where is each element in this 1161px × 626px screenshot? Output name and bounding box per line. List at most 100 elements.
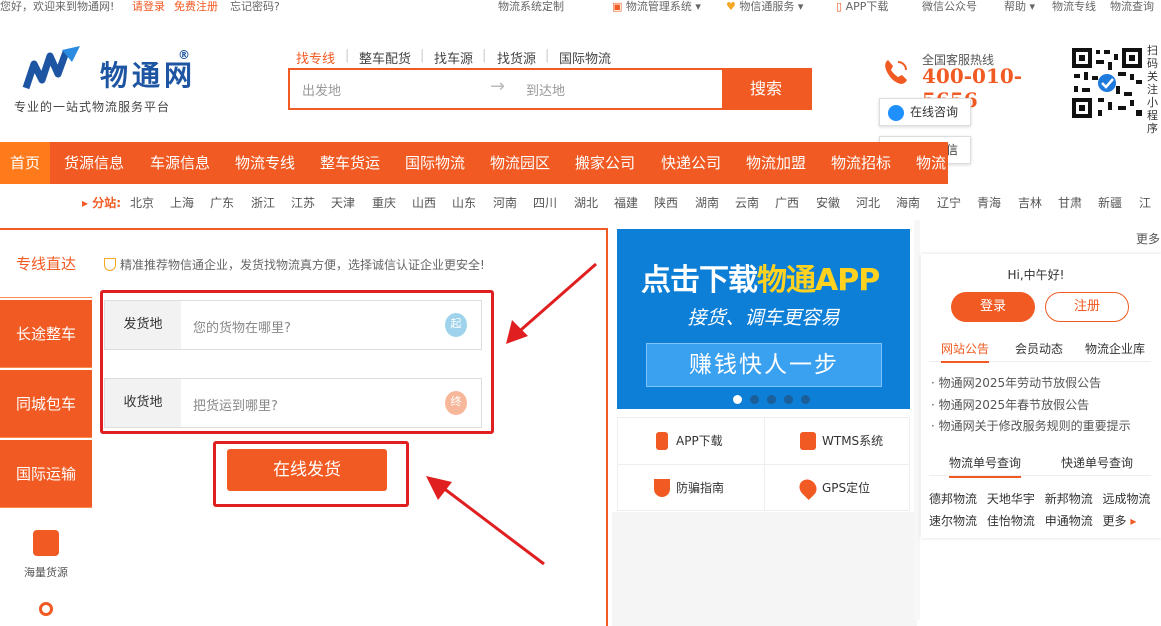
- station-gansu[interactable]: 甘肃: [1058, 194, 1082, 211]
- station-jiangxi[interactable]: 江: [1139, 194, 1151, 211]
- tab-member-news[interactable]: 会员动态: [1015, 340, 1063, 357]
- mgmt-system-menu[interactable]: ▣ 物流管理系统 ▾: [612, 0, 701, 14]
- member-register-button[interactable]: 注册: [1045, 292, 1129, 322]
- search-tab-international[interactable]: 国际物流: [559, 48, 611, 67]
- station-chongqing[interactable]: 重庆: [372, 194, 396, 211]
- member-login-button[interactable]: 登录: [951, 292, 1035, 322]
- wutong-service-menu[interactable]: ♥ 物信通服务 ▾: [726, 0, 803, 14]
- destination-field-input[interactable]: 把货运到哪里?: [193, 395, 278, 414]
- carousel-dot[interactable]: [784, 395, 793, 404]
- more-link[interactable]: 更多: [1136, 230, 1160, 247]
- massive-cargo-link[interactable]: 海量货源: [0, 510, 92, 616]
- station-shanghai[interactable]: 上海: [170, 194, 194, 211]
- station-hubei[interactable]: 湖北: [574, 194, 598, 211]
- nav-moving-company[interactable]: 搬家公司: [575, 142, 635, 184]
- nav-franchise[interactable]: 物流加盟: [746, 142, 806, 184]
- station-jilin[interactable]: 吉林: [1018, 194, 1042, 211]
- carousel-dot[interactable]: [767, 395, 776, 404]
- tab-international-transport[interactable]: 国际运输: [0, 440, 92, 508]
- search-tab-find-cargo[interactable]: 找货源: [497, 48, 536, 67]
- station-xinjiang[interactable]: 新疆: [1098, 194, 1122, 211]
- news-item[interactable]: · 物通网2025年劳动节放假公告: [931, 374, 1101, 391]
- carousel-dot[interactable]: [801, 395, 810, 404]
- news-item[interactable]: · 物通网关于修改服务规则的重要提示: [931, 417, 1131, 434]
- wechat-official-link[interactable]: 微信公众号: [922, 0, 977, 14]
- nav-special-line[interactable]: 物流专线: [235, 142, 295, 184]
- app-banner[interactable]: 点击下载物通APP 接货、调车更容易 赚钱快人一步: [617, 229, 910, 409]
- nav-bidding[interactable]: 物流招标: [831, 142, 891, 184]
- station-jiangsu[interactable]: 江苏: [291, 194, 315, 211]
- origin-field-input[interactable]: 您的货物在哪里?: [193, 317, 291, 336]
- station-yunnan[interactable]: 云南: [735, 194, 759, 211]
- carousel-dots: [733, 389, 818, 404]
- nav-cargo-info[interactable]: 货源信息: [64, 142, 124, 184]
- tab-separator: |: [345, 48, 350, 63]
- station-hebei[interactable]: 河北: [856, 194, 880, 211]
- destination-field[interactable]: 收货地 把货运到哪里? 终: [104, 378, 482, 428]
- station-guangxi[interactable]: 广西: [775, 194, 799, 211]
- tab-site-notice[interactable]: 网站公告: [941, 340, 990, 363]
- station-hainan[interactable]: 海南: [896, 194, 920, 211]
- nav-home[interactable]: 首页: [0, 142, 51, 184]
- carrier-link[interactable]: 天地华宇: [987, 492, 1035, 506]
- carrier-link[interactable]: 申通物流: [1045, 514, 1093, 528]
- nav-truck-info[interactable]: 车源信息: [150, 142, 210, 184]
- station-qinghai[interactable]: 青海: [977, 194, 1001, 211]
- station-shanxi[interactable]: 山西: [412, 194, 436, 211]
- online-consult-button[interactable]: 在线咨询: [879, 98, 971, 126]
- tab-company-directory[interactable]: 物流企业库: [1085, 340, 1145, 357]
- carriers-more-link[interactable]: 更多: [1103, 514, 1137, 528]
- search-tab-find-truck[interactable]: 找车源: [434, 48, 473, 67]
- station-henan[interactable]: 河南: [493, 194, 517, 211]
- carousel-dot[interactable]: [750, 395, 759, 404]
- forgot-password-link[interactable]: 忘记密码?: [230, 0, 280, 14]
- quick-wtms-system[interactable]: WTMS系统: [764, 418, 910, 464]
- station-beijing[interactable]: 北京: [130, 194, 154, 211]
- station-sichuan[interactable]: 四川: [533, 194, 557, 211]
- station-guangdong[interactable]: 广东: [210, 194, 234, 211]
- nav-logistics-park[interactable]: 物流园区: [490, 142, 550, 184]
- nav-international[interactable]: 国际物流: [405, 142, 465, 184]
- login-link[interactable]: 请登录: [132, 0, 165, 14]
- station-liaoning[interactable]: 辽宁: [937, 194, 961, 211]
- help-menu[interactable]: 帮助 ▾: [1004, 0, 1035, 14]
- search-tab-full-truck[interactable]: 整车配货: [359, 48, 411, 67]
- tab-long-haul[interactable]: 长途整车: [0, 300, 92, 368]
- quick-gps[interactable]: GPS定位: [764, 465, 910, 511]
- news-item[interactable]: · 物通网2025年春节放假公告: [931, 396, 1089, 413]
- tab-special-line-direct[interactable]: 专线直达: [0, 230, 92, 298]
- search-tab-special-line[interactable]: 找专线: [296, 48, 335, 67]
- logistics-query-link[interactable]: 物流查询: [1110, 0, 1154, 14]
- station-shaanxi[interactable]: 陕西: [654, 194, 678, 211]
- station-fujian[interactable]: 福建: [614, 194, 638, 211]
- carousel-dot[interactable]: [733, 395, 742, 404]
- tab-express-tracking[interactable]: 快递单号查询: [1061, 454, 1133, 471]
- station-hunan[interactable]: 湖南: [695, 194, 719, 211]
- nav-full-truck[interactable]: 整车货运: [320, 142, 380, 184]
- nav-express-company[interactable]: 快递公司: [661, 142, 721, 184]
- app-download-link[interactable]: ▯ APP下载: [836, 0, 888, 14]
- system-custom-link[interactable]: 物流系统定制: [498, 0, 564, 14]
- quick-anti-fraud[interactable]: 防骗指南: [618, 465, 764, 511]
- station-anhui[interactable]: 安徽: [816, 194, 840, 211]
- carrier-link[interactable]: 远成物流: [1103, 492, 1151, 506]
- quick-app-download[interactable]: APP下载: [618, 418, 764, 464]
- search-button[interactable]: 搜索: [722, 70, 810, 108]
- carrier-link[interactable]: 佳怡物流: [987, 514, 1035, 528]
- station-zhejiang[interactable]: 浙江: [251, 194, 275, 211]
- special-line-link[interactable]: 物流专线: [1052, 0, 1096, 14]
- tab-logistics-tracking[interactable]: 物流单号查询: [949, 454, 1022, 478]
- station-tianjin[interactable]: 天津: [331, 194, 355, 211]
- carrier-link[interactable]: 德邦物流: [929, 492, 977, 506]
- register-link[interactable]: 免费注册: [174, 0, 218, 14]
- nav-more[interactable]: 物流: [916, 142, 946, 184]
- origin-field[interactable]: 发货地 您的货物在哪里? 起: [104, 300, 482, 350]
- carrier-link[interactable]: 速尔物流: [929, 514, 977, 528]
- site-logo[interactable]: 物通网 ® 专业的一站式物流服务平台: [14, 42, 204, 114]
- ship-online-button[interactable]: 在线发货: [227, 449, 387, 491]
- tab-city-charter[interactable]: 同城包车: [0, 370, 92, 438]
- carrier-link[interactable]: 新邦物流: [1045, 492, 1093, 506]
- origin-input[interactable]: 出发地: [302, 80, 341, 99]
- destination-input[interactable]: 到达地: [526, 80, 565, 99]
- station-shandong[interactable]: 山东: [452, 194, 476, 211]
